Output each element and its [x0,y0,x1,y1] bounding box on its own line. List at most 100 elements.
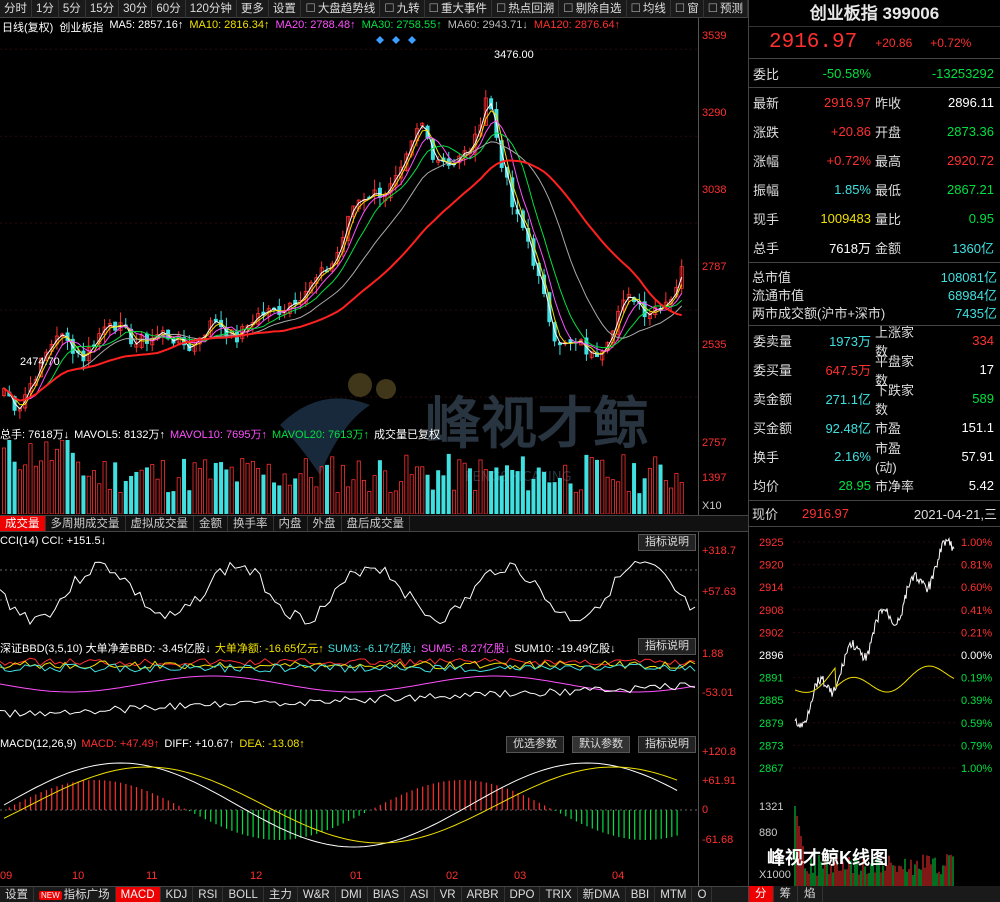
indicator-bias[interactable]: BIAS [368,887,406,902]
indicator-settings-button[interactable]: 设置 [0,887,34,902]
indicator-asi[interactable]: ASI [405,887,435,902]
event-marker-icon [408,36,416,44]
period-tab-60min[interactable]: 60分 [152,0,186,18]
period-tab-1min[interactable]: 1分 [32,0,59,18]
default-params-button[interactable]: 默认参数 [572,736,630,753]
order-stat-value-2: 151.1 [961,420,994,435]
volume-bar [277,485,282,514]
volume-bar [568,483,573,514]
volume-bar [245,462,250,514]
volume-unit: X10 [702,500,722,512]
indicator-dmi[interactable]: DMI [336,887,368,902]
volume-bar [430,489,435,514]
total-market-cap-row: 总市值 108081亿 [749,267,1000,285]
quote-stat-row: 振幅 1.85% 最低 2867.21 [749,175,1000,204]
bbd-help-button[interactable]: 指标说明 [638,638,696,655]
intraday-mini-plot[interactable]: 2925 1.00% 2920 0.81% 2914 0.60% 2908 0.41% 2902… [749,530,1000,886]
optimal-params-button[interactable]: 优选参数 [506,736,564,753]
period-tab-timeshare[interactable]: 分时 [0,0,32,18]
period-tab-5min[interactable]: 5分 [59,0,86,18]
cci-label: CCI(14) CCI: +151.5↓ [0,535,107,547]
tab-turnover[interactable]: 换手率 [228,516,274,531]
tab-inner[interactable]: 内盘 [274,516,308,531]
indicator-dpo[interactable]: DPO [505,887,541,902]
indicator-more[interactable]: O [692,887,713,902]
tab-virtual-volume[interactable]: 虚拟成交量 [126,516,194,531]
volume-bar [97,483,102,514]
checkbox-hot-review[interactable]: 热点回溯 [492,0,560,18]
mini-tab-chips[interactable]: 筹 [774,886,798,902]
tab-multi-period-volume[interactable]: 多周期成交量 [46,516,126,531]
checkbox-nine-turn[interactable]: 九转 [380,0,425,18]
order-stat-value-2: 5.42 [968,478,994,493]
macd-params: MACD(12,26,9) [0,738,77,750]
tab-amount[interactable]: 金额 [194,516,228,531]
price-tick-4: 2787 [702,261,727,273]
indicator-rsi[interactable]: RSI [193,887,224,902]
order-stat-label-2: 市盈(动) [875,440,902,475]
mini-chart-tabs: 分 筹 焰 [749,886,1000,902]
volume-bar [526,490,531,514]
tab-after-hours-volume[interactable]: 盘后成交量 [342,516,410,531]
indicator-bbi[interactable]: BBI [626,887,656,902]
tab-volume[interactable]: 成交量 [0,516,46,531]
candlestick-chart[interactable] [0,36,698,424]
dea-value: DEA: -13.08↑ [239,738,305,750]
quote-stat-label-2: 昨收 [875,96,902,111]
macd-chart[interactable] [0,752,698,868]
indicator-wr[interactable]: W&R [298,887,336,902]
period-tab-15min[interactable]: 15分 [86,0,120,18]
settings-button[interactable]: 设置 [269,0,301,18]
mini-tab-timeshare[interactable]: 分 [749,886,774,902]
bbd-chart[interactable] [0,654,698,734]
chart-period-label: 日线(复权) [2,22,54,34]
ma30-label: MA30: 2758.55↑ [361,19,442,31]
date-tick-12: 12 [250,870,263,882]
macd-help-button[interactable]: 指标说明 [638,736,696,753]
order-ratio-label: 委比 [753,66,780,82]
volume-bar [155,478,160,514]
volume-bar [261,474,266,514]
order-stat-row: 均价 28.95 市净率 5.42 [749,471,1000,500]
volume-bar [637,493,642,514]
volume-bar [139,469,144,514]
indicator-mtm[interactable]: MTM [655,887,693,902]
volume-bar [324,464,329,514]
mini-pct-tick: 1.00% [961,763,992,775]
order-stat-label: 买金额 [753,421,793,436]
candle-body [377,187,382,198]
checkbox-trend-line[interactable]: 大盘趋势线 [302,0,381,18]
volume-bar [208,478,213,514]
indicator-main-force[interactable]: 主力 [264,887,298,902]
indicator-trix[interactable]: TRIX [540,887,578,902]
period-tab-120min[interactable]: 120分钟 [186,0,237,18]
more-button[interactable]: 更多 [237,0,269,18]
quote-stat-row: 总手 7618万 金额 1360亿 [749,233,1000,262]
indicator-new-dma[interactable]: 新DMA [578,887,626,902]
checkbox-forecast[interactable]: 预测 [704,0,748,18]
mini-tab-flame[interactable]: 焰 [798,886,823,902]
cci-help-button[interactable]: 指标说明 [638,534,696,551]
indicator-kdj[interactable]: KDJ [161,887,194,902]
checkbox-exclude-watchlist[interactable]: 剔除自选 [559,0,627,18]
volume-chart[interactable] [0,440,698,514]
mini-pct-tick: 0.41% [961,605,992,617]
indicator-boll[interactable]: BOLL [223,887,264,902]
indicator-square-button[interactable]: NEW 指标广场 [34,887,116,902]
quote-stat-label: 涨跌 [753,125,780,140]
ma-line [3,120,683,402]
cci-chart[interactable] [0,550,698,635]
indicator-macd[interactable]: MACD [115,887,161,902]
volume-bar [494,467,499,514]
checkbox-ma[interactable]: 均线 [627,0,671,18]
volume-bar [515,471,520,514]
indicator-arbr[interactable]: ARBR [462,887,505,902]
checkbox-window[interactable]: 窗 [671,0,704,18]
indicator-vr[interactable]: VR [435,887,462,902]
volume-bar [171,491,176,514]
period-tab-30min[interactable]: 30分 [119,0,153,18]
volume-bar [658,464,663,514]
volume-bar [144,467,149,514]
checkbox-major-events[interactable]: 重大事件 [425,0,492,18]
tab-outer[interactable]: 外盘 [308,516,342,531]
